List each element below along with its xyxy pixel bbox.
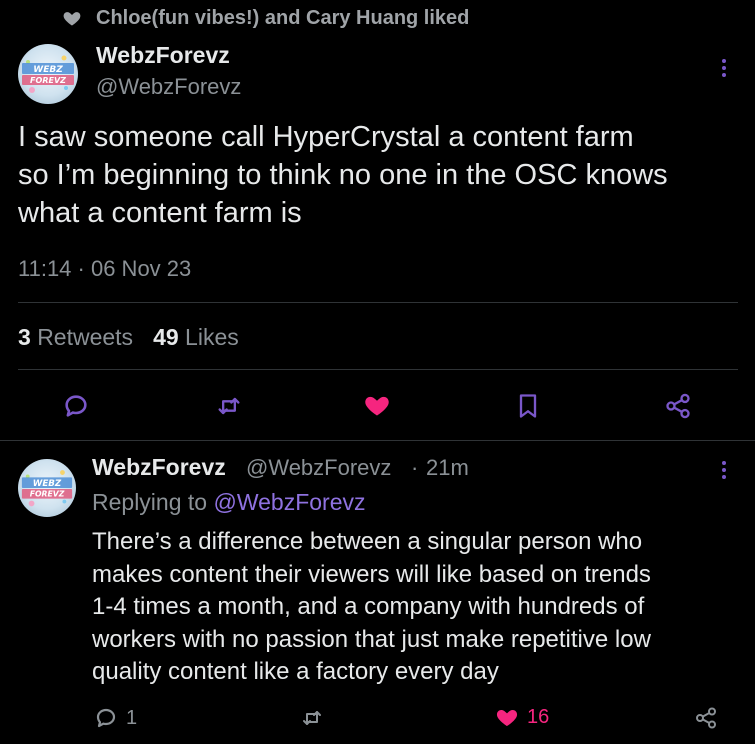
divider [18,302,738,303]
like-count: 16 [527,705,550,728]
likes-stat[interactable]: 49 Likes [153,324,239,351]
reply-icon [96,708,116,728]
retweets-label: Retweets [37,324,134,350]
avatar-image: WEBZ FOREVZ [21,470,73,507]
avatar-image: WEBZ FOREVZ [22,55,74,93]
reply-author-handle[interactable]: @WebzForevz [246,455,391,481]
heart-icon [63,12,81,26]
likes-label: Likes [185,324,239,350]
retweets-count: 3 [18,324,31,350]
retweet-button[interactable] [213,390,245,422]
liked-by-banner[interactable]: Chloe(fun vibes!) and Cary Huang liked [62,4,469,32]
share-icon [666,393,690,419]
reply-retweet-button[interactable] [300,706,324,730]
reply-avatar[interactable]: WEBZ FOREVZ [18,459,76,517]
divider [0,440,755,441]
reply-text: There’s a difference between a singular … [92,528,651,685]
tweet-text: I saw someone call HyperCrystal a conten… [18,121,668,229]
reply-like-button[interactable]: 16 [495,705,549,729]
bookmark-button[interactable] [512,390,544,422]
svg-text:FOREVZ: FOREVZ [30,76,66,85]
reply-share-button[interactable] [694,706,718,730]
tweet-stats: 3 Retweets 49 Likes [18,324,239,351]
svg-text:WEBZ: WEBZ [33,479,62,489]
bookmark-icon [519,394,537,418]
replying-to-line: Replying to @WebzForevz [92,489,365,516]
heart-filled-icon [496,710,518,726]
author-handle[interactable]: @WebzForevz [96,74,241,100]
share-icon [696,707,716,729]
retweet-icon [218,397,240,415]
reply-icon [65,395,87,417]
retweet-icon [303,711,321,725]
reply-reply-button[interactable]: 1 [94,706,137,730]
reply-button[interactable] [60,390,92,422]
svg-text:WEBZ: WEBZ [33,65,63,75]
more-options-icon[interactable] [721,461,727,479]
reply-count: 1 [126,706,138,729]
liked-by-text: Chloe(fun vibes!) and Cary Huang liked [96,6,470,29]
reply-author-display-name[interactable]: WebzForevz [92,454,226,481]
share-button[interactable] [662,390,694,422]
heart-filled-icon [365,396,389,416]
like-button[interactable] [361,389,393,421]
tweet-timestamp[interactable]: 11:14 · 06 Nov 23 [18,256,191,282]
reply-time[interactable]: 21m [426,455,469,481]
svg-text:FOREVZ: FOREVZ [30,490,65,499]
replying-to-mention[interactable]: @WebzForevz [213,489,365,515]
reply-separator: · [411,455,419,480]
replying-to-prefix: Replying to [92,489,208,515]
retweets-stat[interactable]: 3 Retweets [18,324,133,351]
likes-count: 49 [153,324,179,350]
divider [18,369,738,370]
more-options-icon[interactable] [721,59,727,77]
author-display-name[interactable]: WebzForevz [96,42,230,69]
avatar[interactable]: WEBZ FOREVZ [18,44,78,104]
